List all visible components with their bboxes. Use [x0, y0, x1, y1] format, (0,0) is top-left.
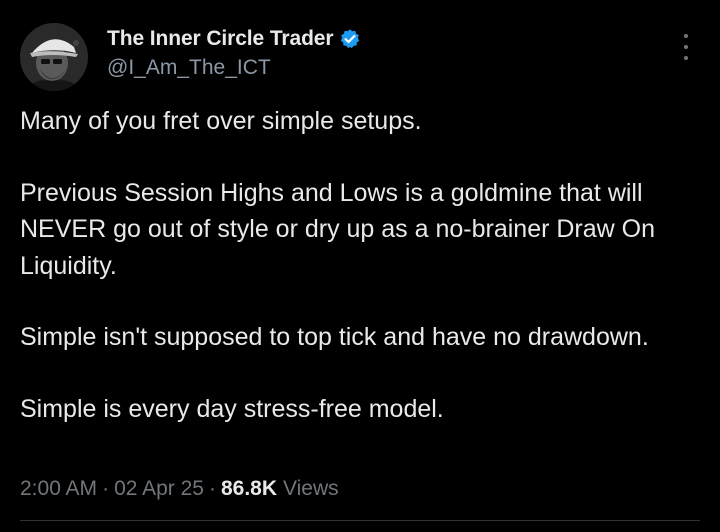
- tweet-paragraph: Previous Session Highs and Lows is a gol…: [20, 178, 656, 280]
- dot: [684, 34, 688, 38]
- avatar[interactable]: [20, 23, 88, 91]
- tweet: The Inner Circle Trader @I_Am_The_ICT Ma…: [0, 0, 720, 532]
- tweet-paragraph: Simple is every day stress-free model.: [20, 394, 444, 423]
- avatar-photo-icon: [20, 23, 88, 91]
- display-name[interactable]: The Inner Circle Trader: [107, 27, 334, 51]
- tweet-text: Many of you fret over simple setups. Pre…: [20, 103, 700, 427]
- tweet-paragraph: Simple isn't supposed to top tick and ha…: [20, 323, 649, 351]
- handle[interactable]: @I_Am_The_ICT: [107, 54, 361, 82]
- views-count[interactable]: 86.8K: [221, 477, 277, 501]
- name-row: The Inner Circle Trader: [107, 24, 361, 54]
- tweet-meta: 2:00 AM · 02 Apr 25 · 86.8K Views: [20, 472, 339, 506]
- meta-separator: ·: [102, 477, 110, 500]
- divider: [20, 520, 700, 521]
- more-options-icon[interactable]: [674, 34, 698, 60]
- views-label[interactable]: Views: [283, 477, 339, 501]
- dot: [684, 45, 688, 49]
- author-block: The Inner Circle Trader @I_Am_The_ICT: [107, 24, 361, 82]
- tweet-time[interactable]: 2:00 AM: [20, 477, 97, 501]
- meta-separator: ·: [208, 477, 216, 500]
- tweet-paragraph: Many of you fret over simple setups.: [20, 107, 422, 135]
- tweet-date[interactable]: 02 Apr 25: [114, 477, 204, 501]
- dot: [684, 56, 688, 60]
- verified-badge-icon[interactable]: [339, 28, 361, 50]
